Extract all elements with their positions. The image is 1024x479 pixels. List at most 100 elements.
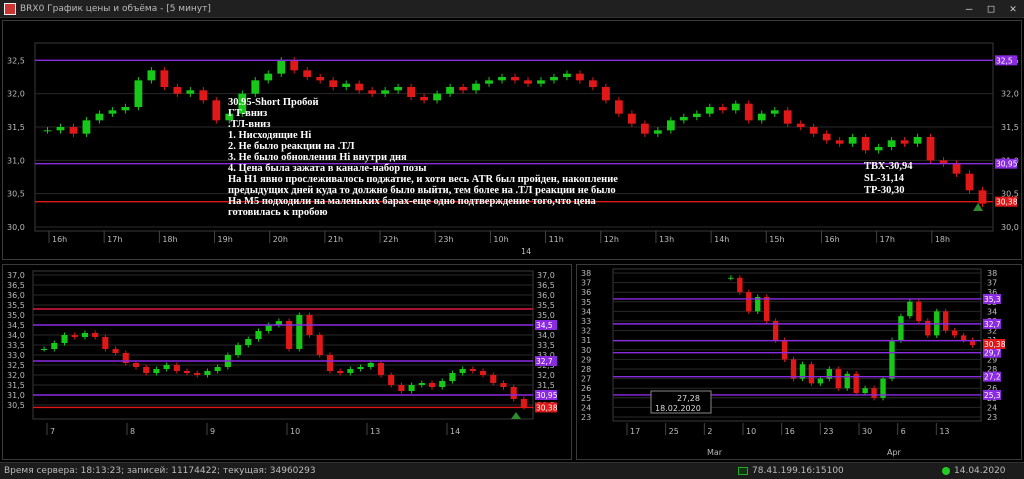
- candle-body: [183, 371, 191, 373]
- level-tag-label: 30,38: [536, 403, 558, 412]
- candle-body: [871, 388, 877, 398]
- candle-body: [770, 110, 779, 114]
- app-icon: [4, 2, 16, 15]
- candle-body: [41, 349, 48, 350]
- candle-body: [900, 140, 909, 144]
- hourly-chart-canvas[interactable]: 37,037,036,536,536,036,035,535,535,035,0…: [3, 265, 571, 459]
- y-tick-label-left: 32,5: [7, 361, 25, 370]
- candle-body: [296, 315, 303, 349]
- x-tick-label: 8: [130, 427, 135, 436]
- level-tag-label: 32,7: [536, 357, 553, 366]
- candle-body: [524, 80, 532, 84]
- y-tick-label-left: 36,5: [7, 281, 25, 290]
- y-tick-label: 38: [987, 269, 997, 278]
- candle-body: [874, 147, 883, 151]
- candle-body: [916, 301, 922, 321]
- annotation-line: ГТ-вниз: [228, 108, 268, 119]
- candle-body: [251, 80, 260, 94]
- level-tag-label: 29,7: [984, 349, 1001, 358]
- y-tick-label-left: 33: [581, 317, 591, 326]
- candle-body: [69, 127, 78, 134]
- y-tick-label-left: 34: [581, 307, 591, 316]
- cursor-value: 27,28: [677, 394, 700, 403]
- candle-body: [746, 292, 752, 312]
- y-tick-label-left: 23: [581, 413, 591, 422]
- y-tick-label-left: 33,0: [7, 351, 25, 360]
- candle-body: [326, 355, 333, 371]
- y-tick-label-left: 27: [581, 375, 591, 384]
- month-label: Apr: [887, 448, 902, 457]
- candle-body: [692, 113, 701, 117]
- daily-chart-canvas[interactable]: 3838373736363535343433333232313130302929…: [577, 265, 1021, 459]
- x-tick-label: 30: [862, 427, 872, 436]
- y-tick-label-left: 35: [581, 298, 591, 307]
- candle-body: [472, 83, 480, 91]
- candle-body: [186, 90, 195, 94]
- minimize-button[interactable]: –: [958, 0, 980, 18]
- daily-price-chart[interactable]: 3838373736363535343433333232313130302929…: [576, 264, 1022, 460]
- candle-body: [889, 340, 895, 379]
- hourly-price-chart[interactable]: 37,0 37,0 36,5 36,5 36,0 36,0 35,5 35,5 35,0 35,0…: [2, 264, 572, 460]
- candle-body: [718, 107, 727, 111]
- candle-body: [316, 77, 325, 81]
- candle-body: [862, 388, 868, 393]
- x-tick-label: 20h: [273, 235, 288, 244]
- close-button[interactable]: ✕: [1002, 0, 1024, 18]
- window-title: BRX0 График цены и объёма - [5 минут]: [20, 3, 211, 14]
- candle-body: [469, 369, 476, 371]
- x-tick-label: 14: [450, 427, 460, 436]
- candle-body: [640, 123, 649, 134]
- candle-body: [194, 373, 201, 375]
- candle-body: [303, 70, 312, 77]
- date-status: 14.04.2020: [942, 466, 1006, 476]
- candle-body: [728, 277, 734, 279]
- status-bar: Время сервера: 18:13:23; записей: 111744…: [0, 462, 1024, 479]
- y-tick-label-left: 35,0: [7, 311, 25, 320]
- annotation-line: На H1 явно прослеживалось поджатие, и хо…: [228, 174, 618, 185]
- x-tick-label: 15h: [769, 235, 784, 244]
- y-tick-label-left: 31: [581, 336, 591, 345]
- y-tick-label: 36,0: [537, 291, 555, 300]
- candle-body: [290, 60, 299, 71]
- annotation-line: готовилась к пробою: [228, 207, 328, 218]
- y-tick-label: 34: [987, 307, 997, 316]
- maximize-button[interactable]: □: [980, 0, 1002, 18]
- candle-body: [848, 137, 857, 144]
- y-tick-label-left: 29: [581, 355, 591, 364]
- level-tag-label: 30,38: [996, 198, 1018, 207]
- x-tick-label: 25: [669, 427, 679, 436]
- candle-body: [43, 130, 52, 132]
- x-tick-label: 18h: [162, 235, 177, 244]
- candle-body: [214, 367, 221, 371]
- candle-body: [485, 80, 493, 84]
- candle-body: [265, 325, 272, 331]
- y-tick-label: 23: [987, 413, 997, 422]
- x-tick-label: 9: [210, 427, 215, 436]
- candle-body: [153, 369, 160, 373]
- y-tick-label-left: 26: [581, 384, 591, 393]
- candle-body: [381, 90, 390, 94]
- server-time: Время сервера: 18:13:23; записей: 111744…: [4, 466, 316, 476]
- annotation-line: На М5 подходили на маленьких барах-еще о…: [228, 196, 596, 207]
- candle-body: [822, 133, 831, 141]
- y-tick-label-left: 32,0: [7, 371, 25, 380]
- candle-body: [357, 367, 364, 369]
- candle-body: [550, 77, 558, 81]
- annotation-line: 1. Нисходящие Hi: [228, 130, 312, 141]
- candle-body: [143, 367, 150, 373]
- candle-body: [459, 87, 467, 91]
- candle-body: [92, 333, 99, 337]
- x-tick-label: 17h: [880, 235, 895, 244]
- y-tick-label-left: 30,0: [7, 223, 25, 232]
- trade-entry: ТВХ-30,94: [864, 161, 913, 172]
- candle-body: [679, 117, 688, 121]
- y-tick-label-left: 30,5: [7, 190, 25, 199]
- connection-status: 78.41.199.16:15100: [738, 466, 844, 476]
- current-price-marker: [511, 412, 521, 419]
- y-tick-label-left: 28: [581, 365, 591, 374]
- y-tick-label: 35,0: [537, 311, 555, 320]
- candle-body: [95, 113, 104, 121]
- candle-body: [913, 137, 922, 144]
- x-tick-label: 16: [785, 427, 795, 436]
- y-tick-label: 31,5: [1001, 123, 1019, 132]
